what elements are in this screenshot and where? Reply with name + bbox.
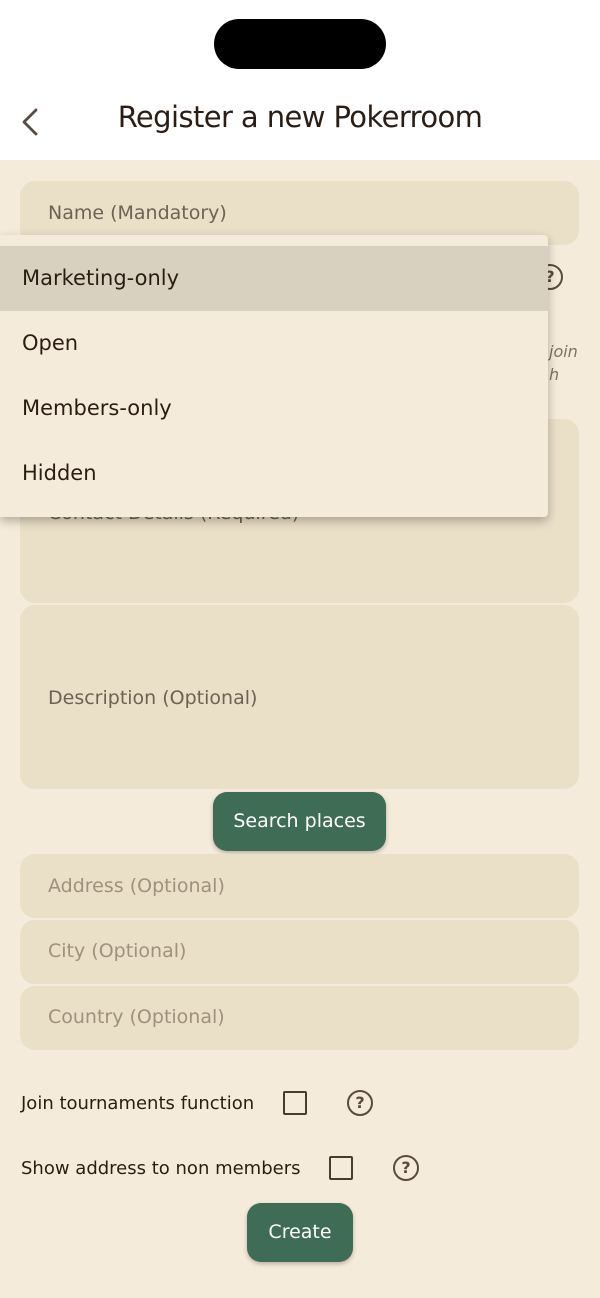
city-input[interactable]: City (Optional) — [20, 920, 579, 984]
page-title: Register a new Pokerroom — [117, 100, 483, 134]
dropdown-option-open[interactable]: Open — [0, 311, 548, 376]
top-bar: Register a new Pokerroom — [0, 0, 600, 160]
city-placeholder: City (Optional) — [48, 940, 187, 962]
dropdown-option-marketing-only[interactable]: Marketing-only — [0, 246, 548, 311]
description-input[interactable]: Description (Optional) — [20, 605, 579, 789]
description-placeholder: Description (Optional) — [48, 687, 258, 709]
dropdown-option-hidden[interactable]: Hidden — [0, 441, 548, 506]
join-tournaments-checkbox[interactable] — [283, 1091, 307, 1115]
visibility-hint-text: join — [549, 342, 578, 361]
question-circle-icon[interactable]: ? — [347, 1090, 373, 1116]
country-placeholder: Country (Optional) — [48, 1006, 225, 1028]
visibility-hint-text-2: h — [549, 365, 560, 384]
camera-notch — [214, 19, 386, 69]
show-address-label: Show address to non members — [21, 1158, 301, 1179]
show-address-checkbox[interactable] — [329, 1156, 353, 1180]
country-input[interactable]: Country (Optional) — [20, 986, 579, 1050]
address-placeholder: Address (Optional) — [48, 875, 225, 897]
visibility-dropdown-menu: Marketing-only Open Members-only Hidden — [0, 235, 548, 517]
question-circle-icon[interactable]: ? — [393, 1155, 419, 1181]
create-button[interactable]: Create — [247, 1203, 353, 1262]
address-input[interactable]: Address (Optional) — [20, 854, 579, 918]
join-tournaments-label: Join tournaments function — [21, 1093, 255, 1114]
search-places-button[interactable]: Search places — [213, 792, 386, 851]
dropdown-option-members-only[interactable]: Members-only — [0, 376, 548, 441]
name-placeholder: Name (Mandatory) — [48, 202, 227, 224]
